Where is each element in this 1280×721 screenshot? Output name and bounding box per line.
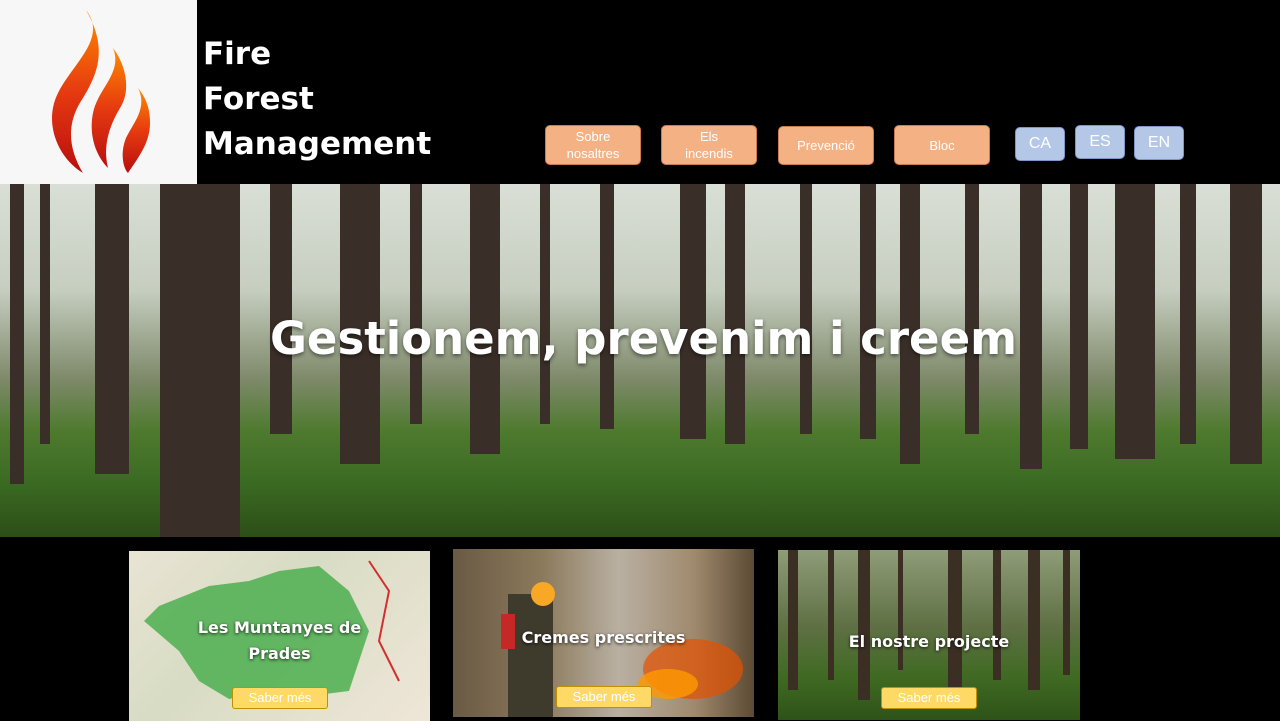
nav-label: Bloc xyxy=(929,137,955,153)
nav-sobre-nosaltres-button[interactable]: Sobre nosaltres xyxy=(545,125,641,165)
saber-mes-button[interactable]: Saber més xyxy=(556,686,652,708)
lang-es-button[interactable]: ES xyxy=(1075,125,1125,159)
nav-label: Prevenció xyxy=(797,138,855,153)
card-cremes-prescrites[interactable]: Cremes prescrites Saber més xyxy=(453,549,754,717)
saber-mes-button[interactable]: Saber més xyxy=(232,687,328,709)
nav-label: Els incendis xyxy=(685,129,733,161)
nav-bloc-button[interactable]: Bloc xyxy=(894,125,990,165)
brand-line-3: Management xyxy=(203,126,432,162)
flame-icon xyxy=(52,10,150,173)
card-muntanyes-prades[interactable]: Les Muntanyes de Prades Saber més xyxy=(129,551,430,721)
nav-prevencio-button[interactable]: Prevenció xyxy=(778,126,874,165)
brand-line-2: Forest xyxy=(203,81,314,117)
card-title: Cremes prescrites xyxy=(521,628,686,647)
card-nostre-projecte[interactable]: El nostre projecte Saber més xyxy=(778,550,1080,720)
card-title: El nostre projecte xyxy=(848,632,1010,651)
card-title: Les Muntanyes de Prades xyxy=(197,618,362,663)
nav-label: Sobre nosaltres xyxy=(566,129,620,161)
brand-name: Fire Forest Management xyxy=(203,32,431,167)
lang-en-button[interactable]: EN xyxy=(1134,126,1184,160)
lang-ca-button[interactable]: CA xyxy=(1015,127,1065,161)
saber-mes-button[interactable]: Saber més xyxy=(881,687,977,709)
hero-banner: Gestionem, prevenim i creem xyxy=(0,184,1280,537)
nav-els-incendis-button[interactable]: Els incendis xyxy=(661,125,757,165)
logo[interactable] xyxy=(0,0,197,184)
hero-title: Gestionem, prevenim i creem xyxy=(270,312,1017,365)
brand-line-1: Fire xyxy=(203,36,272,72)
